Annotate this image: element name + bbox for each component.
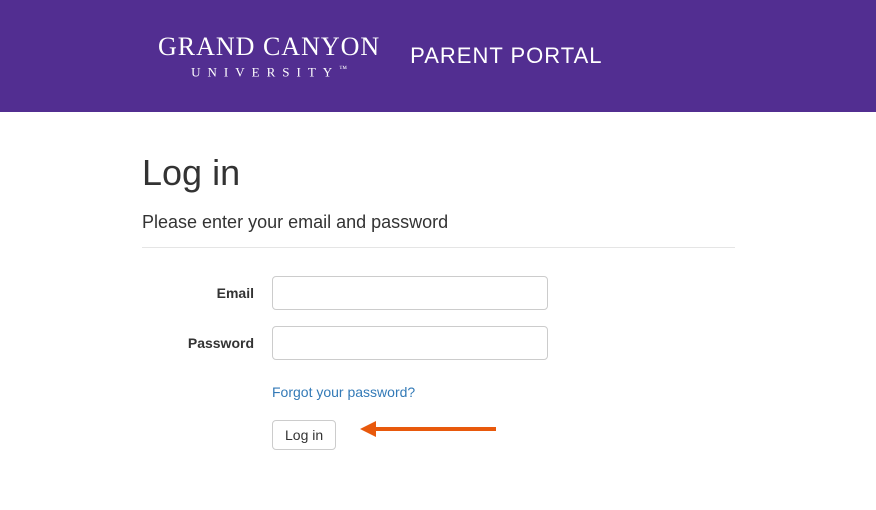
site-header: GRAND CANYON UNIVERSITY™ PARENT PORTAL <box>0 0 876 112</box>
page-title: Log in <box>142 152 735 194</box>
submit-row: Log in <box>272 420 735 450</box>
password-row: Password <box>142 326 735 360</box>
forgot-password-link[interactable]: Forgot your password? <box>272 384 415 400</box>
logo-text-sub: UNIVERSITY <box>191 64 339 79</box>
logo-line-2: UNIVERSITY™ <box>191 64 347 80</box>
trademark-symbol: ™ <box>339 64 347 73</box>
password-label: Password <box>142 335 272 351</box>
email-label: Email <box>142 285 272 301</box>
login-instruction: Please enter your email and password <box>142 212 735 248</box>
password-field[interactable] <box>272 326 548 360</box>
university-logo: GRAND CANYON UNIVERSITY™ <box>158 32 380 80</box>
login-panel: Log in Please enter your email and passw… <box>0 112 735 450</box>
forgot-password-row: Forgot your password? <box>272 384 735 402</box>
email-row: Email <box>142 276 735 310</box>
portal-title: PARENT PORTAL <box>410 43 602 69</box>
login-button[interactable]: Log in <box>272 420 336 450</box>
logo-text-main: GRAND CANYON <box>158 32 380 61</box>
logo-line-1: GRAND CANYON <box>158 32 380 62</box>
email-field[interactable] <box>272 276 548 310</box>
